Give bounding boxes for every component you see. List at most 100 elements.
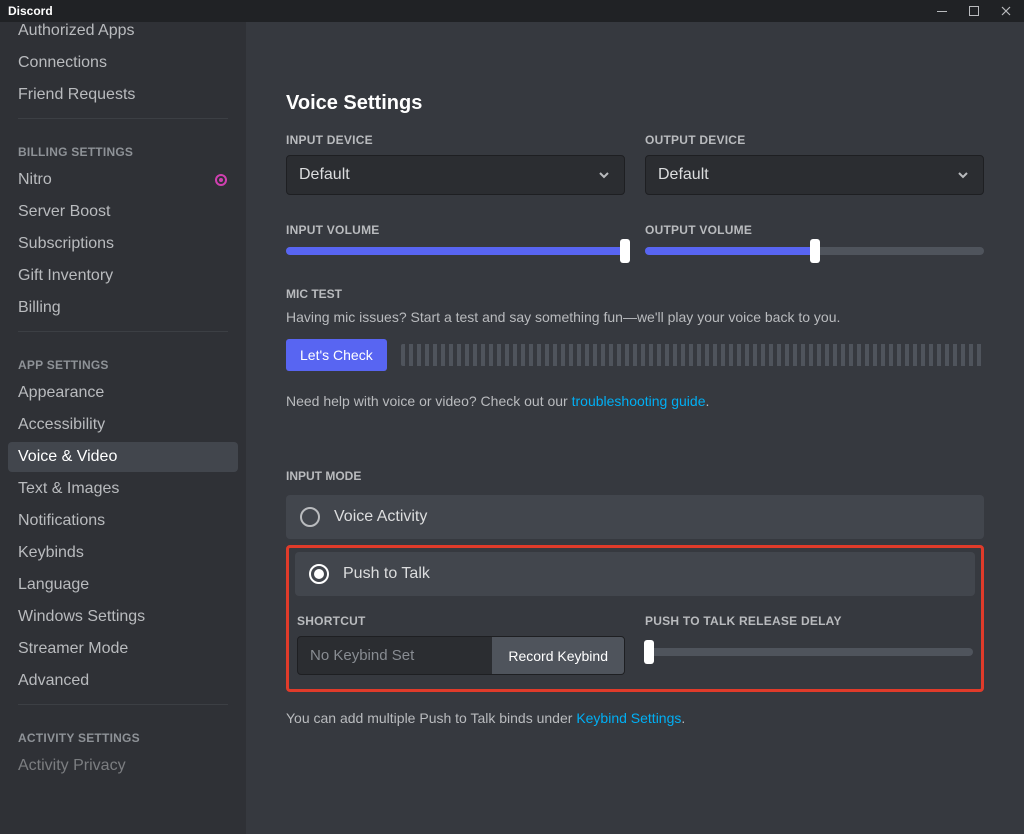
sidebar-item-appearance[interactable]: Appearance [8,378,238,408]
sidebar-item-label: Accessibility [18,416,105,434]
ptt-release-delay-slider[interactable] [645,648,973,656]
sidebar-item-label: Windows Settings [18,608,145,626]
footnote-prefix: You can add multiple Push to Talk binds … [286,710,576,726]
output-device-value: Default [658,166,709,184]
sidebar-item-label: Gift Inventory [18,267,113,285]
radio-inner [314,569,324,579]
input-mode-label: INPUT MODE [286,469,984,483]
maximize-icon[interactable] [964,4,984,18]
chevron-down-icon [955,167,971,183]
mic-test-desc: Having mic issues? Start a test and say … [286,309,984,325]
sidebar-item-label: Advanced [18,672,89,690]
sidebar-item-advanced[interactable]: Advanced [8,666,238,696]
sidebar-item-label: Notifications [18,512,105,530]
slider-thumb[interactable] [620,239,630,263]
output-volume-label: OUTPUT VOLUME [645,223,984,237]
sidebar-item-text-images[interactable]: Text & Images [8,474,238,504]
page-title: Voice Settings [286,92,984,115]
sidebar-item-label: Voice & Video [18,448,117,466]
sidebar-item-label: Subscriptions [18,235,114,253]
sidebar-item-label: Language [18,576,89,594]
sidebar-item-nitro[interactable]: Nitro [8,165,238,195]
troubleshooting-link[interactable]: troubleshooting guide [572,393,706,409]
sidebar-item-voice-video[interactable]: Voice & Video [8,442,238,472]
app-title: Discord [8,4,53,18]
sidebar-item-label: Activity Privacy [18,757,126,775]
window-controls [932,4,1020,18]
shortcut-value[interactable]: No Keybind Set [298,637,492,674]
input-device-label: INPUT DEVICE [286,133,625,147]
sidebar-item-language[interactable]: Language [8,570,238,600]
shortcut-box: No Keybind Set Record Keybind [297,636,625,675]
voice-help-text: Need help with voice or video? Check out… [286,393,984,409]
slider-fill [645,247,815,255]
divider [18,704,228,705]
sidebar-item-gift-inventory[interactable]: Gift Inventory [8,261,238,291]
sidebar-item-keybinds[interactable]: Keybinds [8,538,238,568]
input-volume-slider[interactable] [286,247,625,255]
divider [18,331,228,332]
sidebar-item-billing[interactable]: Billing [8,293,238,323]
mic-test-button[interactable]: Let's Check [286,339,387,371]
record-keybind-button[interactable]: Record Keybind [492,637,624,674]
push-to-talk-highlight: Push to Talk SHORTCUT No Keybind Set Rec… [286,545,984,692]
sidebar-item-connections[interactable]: Connections [8,48,238,78]
sidebar-item-label: Streamer Mode [18,640,128,658]
sidebar-item-label: Keybinds [18,544,84,562]
sidebar-item-server-boost[interactable]: Server Boost [8,197,238,227]
sidebar-item-accessibility[interactable]: Accessibility [8,410,238,440]
settings-content: Voice Settings INPUT DEVICE Default OUTP… [246,22,1024,834]
sidebar-item-label: Friend Requests [18,86,135,104]
app-settings-header: APP SETTINGS [8,340,238,376]
footnote-suffix: . [681,710,685,726]
sidebar-item-label: Server Boost [18,203,110,221]
settings-sidebar: Authorized Apps Connections Friend Request… [0,22,246,834]
device-row: INPUT DEVICE Default OUTPUT DEVICE Defau… [286,133,984,195]
input-device-select[interactable]: Default [286,155,625,195]
app-body: Authorized Apps Connections Friend Request… [0,22,1024,834]
radio-label: Push to Talk [343,565,430,583]
sidebar-item-authorized-apps[interactable]: Authorized Apps [8,22,238,46]
output-device-label: OUTPUT DEVICE [645,133,984,147]
sidebar-item-label: Authorized Apps [18,22,135,40]
input-device-value: Default [299,166,350,184]
slider-thumb[interactable] [644,640,654,664]
nitro-badge-icon [214,173,228,187]
slider-fill [286,247,625,255]
input-volume-label: INPUT VOLUME [286,223,625,237]
activity-header: ACTIVITY SETTINGS [8,713,238,749]
close-icon[interactable] [996,4,1016,18]
mic-test-row: Let's Check [286,339,984,371]
ptt-delay-label: PUSH TO TALK RELEASE DELAY [645,614,973,628]
ptt-footnote: You can add multiple Push to Talk binds … [286,710,984,726]
sidebar-item-subscriptions[interactable]: Subscriptions [8,229,238,259]
keybind-settings-link[interactable]: Keybind Settings [576,710,681,726]
chevron-down-icon [596,167,612,183]
radio-icon [309,564,329,584]
output-device-select[interactable]: Default [645,155,984,195]
sidebar-item-activity-privacy[interactable]: Activity Privacy [8,751,238,781]
sidebar-item-streamer-mode[interactable]: Streamer Mode [8,634,238,664]
minimize-icon[interactable] [932,4,952,18]
output-volume-slider[interactable] [645,247,984,255]
help-suffix: . [706,393,710,409]
input-mode-push-to-talk[interactable]: Push to Talk [295,552,975,596]
ptt-settings-row: SHORTCUT No Keybind Set Record Keybind P… [295,614,975,675]
radio-icon [300,507,320,527]
sidebar-item-notifications[interactable]: Notifications [8,506,238,536]
billing-header: BILLING SETTINGS [8,127,238,163]
volume-row: INPUT VOLUME OUTPUT VOLUME [286,223,984,255]
input-mode-voice-activity[interactable]: Voice Activity [286,495,984,539]
sidebar-item-label: Text & Images [18,480,119,498]
help-prefix: Need help with voice or video? Check out… [286,393,572,409]
mic-test-label: MIC TEST [286,287,984,301]
sidebar-item-windows-settings[interactable]: Windows Settings [8,602,238,632]
mic-meter [401,344,984,366]
sidebar-item-label: Appearance [18,384,104,402]
titlebar: Discord [0,0,1024,22]
sidebar-item-label: Nitro [18,171,52,189]
sidebar-item-label: Connections [18,54,107,72]
slider-thumb[interactable] [810,239,820,263]
sidebar-item-friend-requests[interactable]: Friend Requests [8,80,238,110]
sidebar-item-label: Billing [18,299,61,317]
